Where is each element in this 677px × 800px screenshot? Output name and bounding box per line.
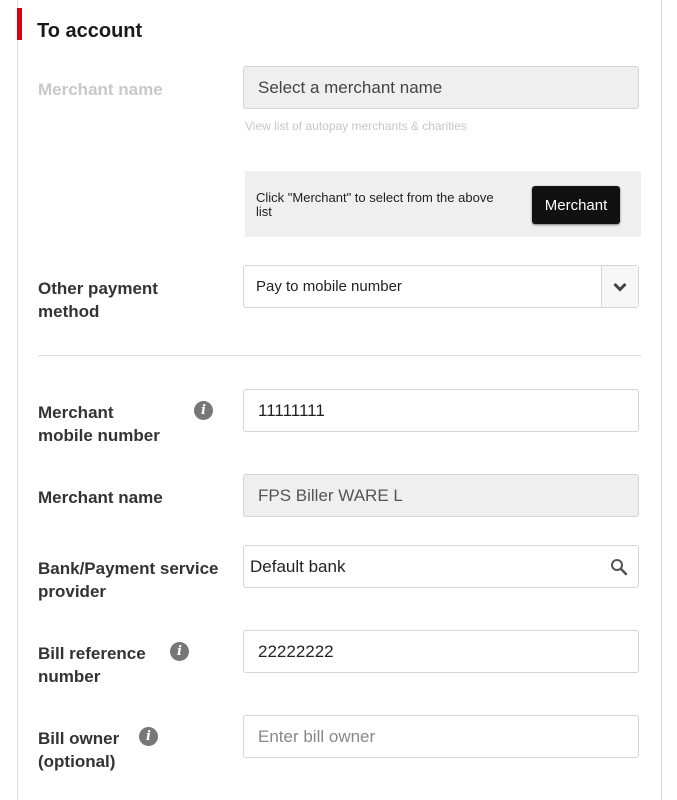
- search-icon[interactable]: [610, 558, 628, 581]
- merchant-select-field[interactable]: Select a merchant name: [243, 66, 639, 109]
- chevron-down-icon[interactable]: [601, 266, 638, 307]
- payment-method-label: Other payment method: [38, 277, 158, 323]
- payment-method-select[interactable]: Pay to mobile number: [243, 265, 639, 308]
- section-divider: [38, 355, 641, 356]
- bank-search-input[interactable]: Default bank: [243, 545, 639, 588]
- payment-method-value: Pay to mobile number: [256, 278, 402, 295]
- mobile-number-label-line2: mobile number: [38, 426, 160, 445]
- bill-reference-input[interactable]: 22222222: [243, 630, 639, 673]
- merchant-button[interactable]: Merchant: [532, 186, 620, 224]
- bill-reference-label-line1: Bill reference: [38, 644, 146, 663]
- bill-reference-value: 22222222: [258, 641, 334, 661]
- bill-owner-label: Bill owner (optional): [38, 727, 119, 773]
- merchant-name-field: FPS Biller WARE L: [243, 474, 639, 517]
- bank-value: Default bank: [250, 556, 346, 576]
- merchant-name-label: Merchant name: [38, 488, 163, 507]
- bank-label-line1: Bank/Payment service: [38, 559, 219, 578]
- payment-method-label-line1: Other payment: [38, 279, 158, 298]
- merchant-info-box: Click "Merchant" to select from the abov…: [245, 171, 641, 237]
- merchant-select-label: Merchant name: [38, 80, 163, 99]
- bill-owner-label-line2: (optional): [38, 752, 116, 771]
- section-title: To account: [37, 20, 143, 42]
- info-icon[interactable]: i: [170, 642, 189, 661]
- payment-method-label-line2: method: [38, 302, 100, 321]
- bank-label-line2: provider: [38, 582, 107, 601]
- merchant-list-link[interactable]: View list of autopay merchants & chariti…: [245, 119, 467, 133]
- mobile-number-input[interactable]: 11111111: [243, 389, 639, 432]
- mobile-number-value: 11111111: [258, 400, 325, 420]
- merchant-name-value: FPS Biller WARE L: [258, 485, 403, 505]
- merchant-select-placeholder: Select a merchant name: [258, 77, 443, 97]
- bill-owner-label-line1: Bill owner: [38, 729, 120, 748]
- mobile-number-label-line1: Merchant: [38, 403, 114, 422]
- bill-owner-input[interactable]: Enter bill owner: [243, 715, 639, 758]
- info-icon[interactable]: i: [194, 401, 213, 420]
- section-accent-bar: [17, 8, 22, 40]
- mobile-number-label: Merchant mobile number: [38, 401, 160, 447]
- info-icon[interactable]: i: [139, 727, 158, 746]
- merchant-info-text: Click "Merchant" to select from the abov…: [256, 190, 494, 219]
- bill-owner-placeholder: Enter bill owner: [258, 726, 376, 746]
- bill-reference-label: Bill reference number: [38, 642, 146, 688]
- bill-reference-label-line2: number: [38, 667, 101, 686]
- bank-label: Bank/Payment service provider: [38, 557, 219, 603]
